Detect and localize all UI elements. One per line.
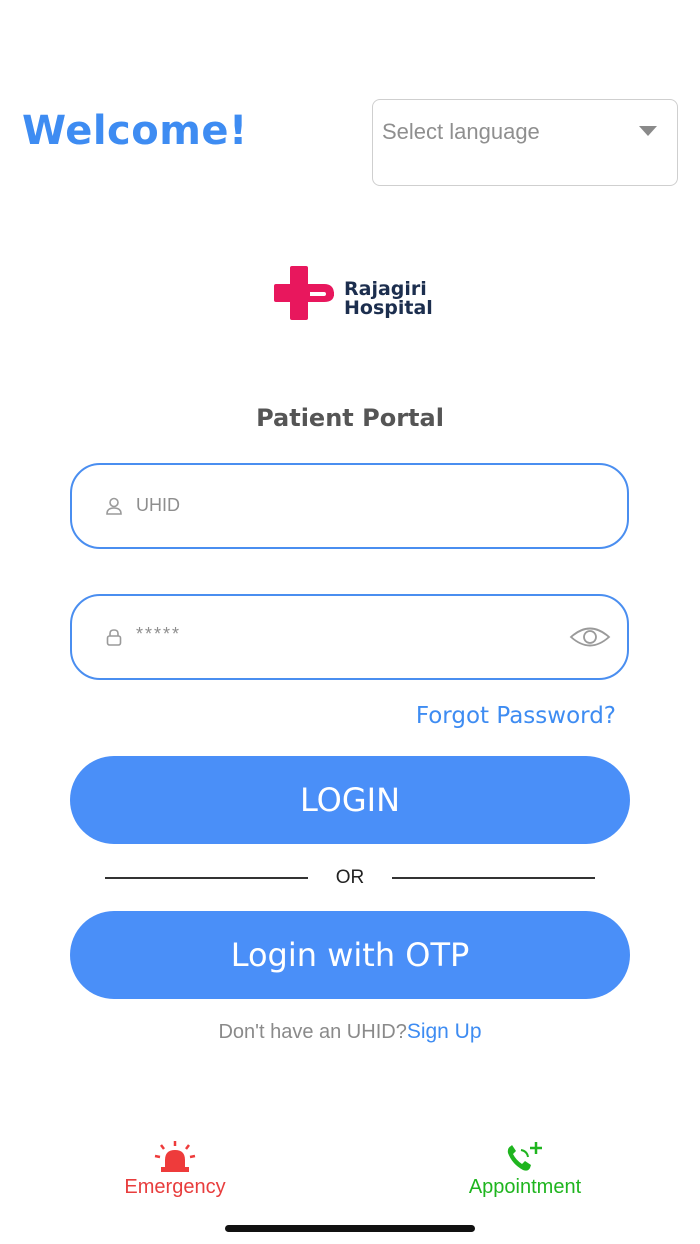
signup-link[interactable]: Sign Up [407,1020,482,1043]
home-indicator[interactable] [225,1225,475,1232]
forgot-password-link[interactable]: Forgot Password? [416,703,616,729]
hospital-logo: Rajagiri Hospital [274,266,434,326]
phone-add-icon [507,1142,542,1171]
signup-prompt: Don't have an UHID? [218,1021,407,1043]
password-placeholder: ***** [136,624,182,644]
lock-icon [106,629,122,646]
eye-icon[interactable] [569,624,611,650]
login-button[interactable]: LOGIN [70,756,630,844]
or-separator: OR [0,866,700,890]
language-select-placeholder: Select language [382,119,540,144]
appointment-button[interactable]: Appointment [450,1140,600,1199]
uhid-placeholder: UHID [136,495,180,515]
login-with-otp-button[interactable]: Login with OTP [70,911,630,999]
hospital-cross-icon [274,266,334,320]
language-select[interactable]: Select language [372,99,678,186]
welcome-title: Welcome! [22,108,248,154]
siren-icon [154,1141,196,1172]
hospital-name-line2: Hospital [344,297,433,319]
password-input[interactable]: ***** [70,594,629,680]
divider-right [392,877,595,879]
chevron-down-icon [639,126,657,136]
user-icon [106,497,122,515]
or-text: OR [335,867,365,888]
appointment-label: Appointment [468,1176,582,1198]
page-title: Patient Portal [256,404,444,432]
uhid-input[interactable]: UHID [70,463,629,549]
hospital-name: Rajagiri Hospital [344,280,433,318]
emergency-label: Emergency [124,1176,226,1198]
signup-prompt-row: Don't have an UHID?Sign Up [0,1020,700,1044]
emergency-button[interactable]: Emergency [110,1140,240,1199]
